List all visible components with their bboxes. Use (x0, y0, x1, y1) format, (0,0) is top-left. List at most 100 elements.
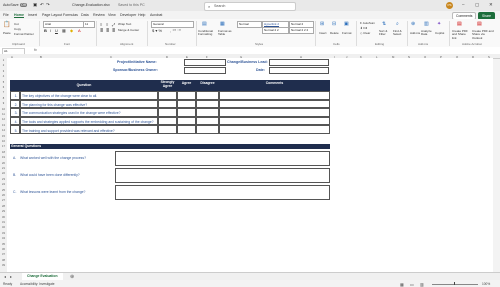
format-painter-button[interactable]: Format Painter (14, 32, 34, 36)
number-format-select[interactable]: General (151, 21, 194, 28)
fill-color-icon[interactable]: ◆ (70, 28, 73, 33)
row-header[interactable]: 9 (1, 102, 6, 105)
clear-button[interactable]: ◇ Clear (360, 31, 370, 35)
accessibility-status[interactable]: Accessibility: Investigate (20, 282, 55, 286)
fx-icon[interactable]: fx (34, 48, 37, 52)
menu-acrobat[interactable]: Acrobat (150, 13, 162, 17)
menu-data[interactable]: Data (81, 13, 89, 17)
bold-icon[interactable]: B (44, 28, 47, 33)
row-header[interactable]: 20 (1, 162, 6, 165)
row-header[interactable]: 25 (1, 189, 6, 192)
row-header[interactable]: 19 (1, 156, 6, 159)
zoom-level[interactable]: 100% (482, 282, 490, 286)
agree-cell[interactable] (177, 108, 196, 117)
font-size-select[interactable]: 11 (83, 21, 95, 28)
sponsor-field[interactable] (184, 67, 226, 74)
align-top-icon[interactable]: ≡ (100, 22, 102, 27)
row-header[interactable]: 13 (1, 124, 6, 127)
comma-icon[interactable]: , ⁺⁰ ⁻⁰ (170, 28, 181, 33)
row-header[interactable]: 6 (1, 86, 6, 89)
menu-formulas[interactable]: Formulas (63, 13, 78, 17)
row-header[interactable]: 17 (1, 145, 6, 148)
close-icon[interactable]: ✕ (489, 2, 493, 8)
row-header[interactable]: 12 (1, 118, 6, 121)
row-header[interactable]: 14 (1, 129, 6, 132)
change-lead-field[interactable] (269, 59, 329, 66)
avatar[interactable]: PS (446, 2, 453, 9)
disagree-cell[interactable] (196, 125, 219, 134)
row-header[interactable]: 10 (1, 108, 6, 111)
menu-home[interactable]: Home (14, 13, 24, 18)
row-header[interactable]: 1 (1, 59, 6, 62)
align-center-icon[interactable]: ≣ (106, 28, 109, 33)
font-name-select[interactable]: Arial (43, 21, 84, 28)
page-layout-icon[interactable]: ▭ (410, 282, 414, 287)
strongly-agree-cell[interactable] (158, 116, 177, 126)
prev-sheet-icon[interactable]: ◂ (4, 274, 6, 279)
row-header[interactable]: 8 (1, 97, 6, 100)
strongly-agree-cell[interactable] (158, 99, 177, 109)
row-header[interactable]: 26 (1, 194, 6, 197)
borders-icon[interactable]: ▦ (62, 28, 66, 33)
menu-view[interactable]: View (108, 13, 116, 17)
sort-filter-icon[interactable]: ⇅ (382, 21, 386, 27)
menu-help[interactable]: Help (138, 13, 145, 17)
format-as-table-button[interactable]: Format as Table (218, 29, 234, 37)
strongly-agree-cell[interactable] (158, 91, 177, 100)
style-normal-2-2[interactable]: Normal 2 2 (262, 27, 289, 34)
paste-icon[interactable]: 📋 (3, 21, 10, 28)
disagree-cell[interactable] (196, 108, 219, 117)
font-color-icon[interactable]: A (78, 28, 81, 33)
row-header[interactable]: 38 (1, 259, 6, 262)
agree-cell[interactable] (177, 99, 196, 109)
maximize-icon[interactable]: ▢ (475, 2, 479, 8)
copilot-icon[interactable]: ✦ (437, 21, 441, 27)
row-header[interactable]: 37 (1, 253, 6, 256)
strongly-agree-cell[interactable] (158, 108, 177, 117)
analyze-data-icon[interactable]: ▥ (424, 21, 429, 27)
conditional-formatting-icon[interactable]: ▤ (202, 21, 207, 27)
create-pdf-share-button[interactable]: Create PDF and Share link (452, 29, 470, 40)
fill-button[interactable]: ⬇ Fill (360, 26, 367, 30)
analyze-data-button[interactable]: Analyze Data (421, 29, 433, 37)
format-table-icon[interactable]: ▦ (220, 21, 225, 27)
redo-icon[interactable]: ↷ (46, 2, 50, 8)
row-header[interactable]: 18 (1, 151, 6, 154)
disagree-cell[interactable] (196, 99, 219, 109)
strongly-agree-cell[interactable] (158, 125, 177, 134)
general-answer-field[interactable] (115, 151, 330, 166)
insert-cells-icon[interactable]: ⊞ (320, 21, 324, 27)
autosave-toggle[interactable]: Off (20, 3, 27, 7)
menu-developer[interactable]: Developer (120, 13, 136, 17)
undo-icon[interactable]: ↶ (40, 2, 44, 8)
row-header[interactable]: 28 (1, 205, 6, 208)
page-break-icon[interactable]: ▥ (420, 282, 424, 287)
general-answer-field[interactable] (115, 185, 330, 200)
conditional-formatting-button[interactable]: Conditional Formatting (198, 29, 218, 37)
comments-cell[interactable] (219, 108, 330, 117)
row-header[interactable]: 33 (1, 232, 6, 235)
menu-review[interactable]: Review (93, 13, 105, 17)
create-pdf-outlook-button[interactable]: Create PDF and Share via Outlook (472, 29, 494, 40)
row-header[interactable]: 31 (1, 221, 6, 224)
row-header[interactable]: 7 (1, 91, 6, 94)
formula-input[interactable] (42, 48, 497, 53)
delete-cells-icon[interactable]: ⊟ (332, 21, 336, 27)
comments-cell[interactable] (219, 125, 330, 134)
autosum-button[interactable]: Σ AutoSum (360, 21, 375, 25)
add-ins-icon[interactable]: ⊕ (411, 21, 415, 27)
agree-cell[interactable] (177, 116, 196, 126)
zoom-slider[interactable] (432, 283, 478, 284)
menu-page-layout[interactable]: Page Layout (42, 13, 62, 17)
copy-button[interactable]: Copy (14, 27, 21, 31)
add-sheet-icon[interactable]: ⊕ (70, 274, 74, 280)
cut-button[interactable]: Cut (14, 22, 19, 26)
row-header[interactable]: 34 (1, 237, 6, 240)
align-right-icon[interactable]: ≣ (112, 28, 115, 33)
create-pdf-outlook-icon[interactable]: ▤ (477, 21, 482, 27)
project-name-field[interactable] (184, 59, 226, 66)
paste-button[interactable]: Paste (3, 31, 11, 35)
align-middle-icon[interactable]: ≡ (106, 22, 108, 27)
create-pdf-icon[interactable]: ▤ (457, 21, 462, 27)
save-icon[interactable]: ▣ (33, 2, 37, 8)
